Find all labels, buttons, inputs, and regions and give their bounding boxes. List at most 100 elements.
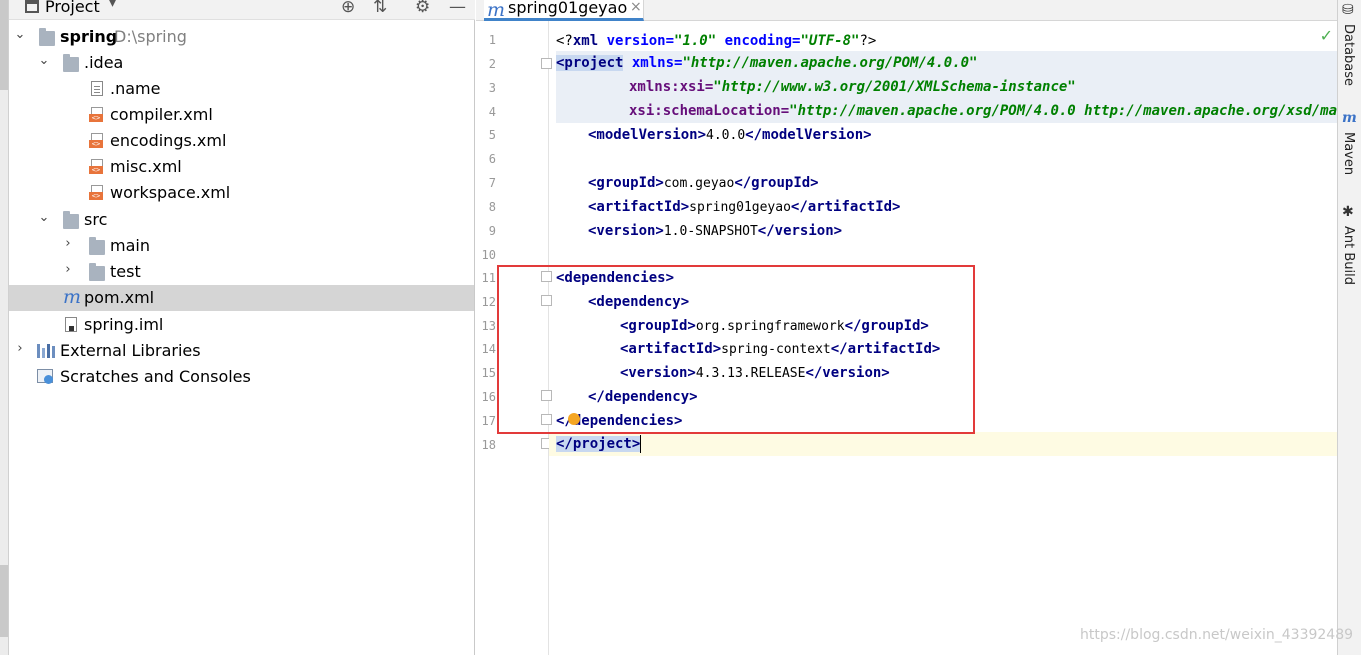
current-line-highlight bbox=[549, 432, 1337, 456]
module-path: D:\spring bbox=[114, 27, 187, 46]
maven-icon: m bbox=[1342, 110, 1357, 126]
folder-icon bbox=[63, 54, 79, 72]
highlight-box bbox=[497, 265, 975, 434]
tree-item-label: .name bbox=[110, 79, 161, 98]
folder-icon bbox=[89, 237, 105, 255]
line-number: 13 bbox=[481, 319, 496, 333]
tree-item-test[interactable]: › test bbox=[9, 259, 474, 285]
line-number: 1 bbox=[488, 33, 496, 47]
tree-item-spring[interactable]: ⌄ spring D:\spring bbox=[9, 24, 474, 50]
tree-item-label: misc.xml bbox=[110, 157, 182, 176]
line-number: 4 bbox=[488, 105, 496, 119]
gear-icon[interactable]: ⚙ bbox=[415, 0, 430, 17]
line-number: 10 bbox=[481, 248, 496, 262]
favorites-tool-tab[interactable] bbox=[0, 565, 8, 637]
tool-tab-maven[interactable]: Maven bbox=[1341, 132, 1356, 175]
tree-item-main[interactable]: › main bbox=[9, 233, 474, 259]
chevron-down-icon[interactable]: ▾ bbox=[109, 0, 116, 11]
chevron-down-icon[interactable]: ⌄ bbox=[13, 27, 27, 42]
scratches-icon bbox=[37, 369, 54, 384]
code-line-1: <?xml version="1.0" encoding="UTF-8"?> bbox=[556, 33, 877, 49]
chevron-right-icon[interactable]: › bbox=[61, 262, 75, 277]
line-number: 16 bbox=[481, 390, 496, 404]
close-icon[interactable]: × bbox=[630, 0, 642, 15]
tree-item-name[interactable]: .name bbox=[9, 76, 474, 102]
code-line-9: <version>1.0-SNAPSHOT</version> bbox=[588, 223, 843, 239]
tool-tab-database[interactable]: Database bbox=[1341, 24, 1356, 86]
project-panel: Project ▾ ⊕ ⇅ ⚙ — ⌄ spring D:\spring ⌄ .… bbox=[9, 0, 475, 655]
xml-file-icon: <> bbox=[89, 159, 103, 174]
maven-file-icon: m bbox=[63, 286, 82, 308]
fold-marker[interactable] bbox=[541, 58, 552, 69]
tree-item-spring-iml[interactable]: spring.iml bbox=[9, 312, 474, 338]
tree-item-misc-xml[interactable]: <> misc.xml bbox=[9, 154, 474, 180]
tree-item-label: src bbox=[84, 210, 108, 229]
tool-tab-ant-build[interactable]: Ant Build bbox=[1341, 226, 1356, 285]
tab-pom-xml[interactable]: m spring01geyao × bbox=[484, 0, 644, 21]
database-icon: ⛁ bbox=[1342, 2, 1354, 18]
left-tool-strip bbox=[0, 0, 9, 655]
chevron-down-icon[interactable]: ⌄ bbox=[37, 53, 51, 68]
tree-item-compiler-xml[interactable]: <> compiler.xml bbox=[9, 102, 474, 128]
tree-item-src[interactable]: ⌄ src bbox=[9, 207, 474, 233]
project-panel-title[interactable]: Project bbox=[45, 0, 100, 16]
tree-item-label: workspace.xml bbox=[110, 183, 231, 202]
xml-file-icon: <> bbox=[89, 185, 103, 200]
project-panel-header: Project ▾ ⊕ ⇅ ⚙ — bbox=[9, 0, 475, 20]
watermark: https://blog.csdn.net/weixin_43392489 bbox=[1080, 627, 1354, 643]
code-line-3: xmlns:xsi="http://www.w3.org/2001/XMLSch… bbox=[629, 79, 1076, 95]
code-line-2: <project xmlns="http://maven.apache.org/… bbox=[556, 55, 978, 71]
text-cursor bbox=[640, 435, 642, 453]
line-number: 2 bbox=[488, 57, 496, 71]
tree-item-label: compiler.xml bbox=[110, 105, 213, 124]
line-number: 11 bbox=[481, 271, 496, 285]
line-number: 7 bbox=[488, 176, 496, 190]
chevron-right-icon[interactable]: › bbox=[61, 236, 75, 251]
iml-file-icon bbox=[65, 317, 77, 332]
tree-item-label: .idea bbox=[84, 53, 124, 72]
tree-item-label: main bbox=[110, 236, 150, 255]
tree-item-idea[interactable]: ⌄ .idea bbox=[9, 50, 474, 76]
code-line-7: <groupId>com.geyao</groupId> bbox=[588, 175, 819, 191]
tree-item-scratches[interactable]: Scratches and Consoles bbox=[9, 364, 474, 390]
line-number: 6 bbox=[488, 152, 496, 166]
project-tool-tab[interactable] bbox=[0, 0, 8, 90]
line-number: 18 bbox=[481, 438, 496, 452]
tree-item-label: encodings.xml bbox=[110, 131, 227, 150]
line-number: 14 bbox=[481, 342, 496, 356]
tree-item-label: Scratches and Consoles bbox=[60, 367, 251, 386]
tree-item-encodings-xml[interactable]: <> encodings.xml bbox=[9, 128, 474, 154]
line-number: 12 bbox=[481, 295, 496, 309]
libraries-icon bbox=[37, 343, 55, 358]
line-number: 17 bbox=[481, 414, 496, 428]
tree-item-workspace-xml[interactable]: <> workspace.xml bbox=[9, 180, 474, 206]
tree-item-external-libraries[interactable]: › External Libraries bbox=[9, 338, 474, 364]
ant-icon: ✱ bbox=[1342, 204, 1354, 220]
folder-icon bbox=[63, 211, 79, 229]
tab-label: spring01geyao bbox=[508, 0, 628, 17]
editor[interactable]: m spring01geyao × ✓ 1 2 3 4 5 6 7 8 9 10… bbox=[476, 0, 1361, 655]
code-line-5: <modelVersion>4.0.0</modelVersion> bbox=[588, 127, 872, 143]
code-line-4: xsi:schemaLocation="http://maven.apache.… bbox=[629, 103, 1361, 119]
text-file-icon bbox=[91, 81, 103, 96]
minimize-icon[interactable]: — bbox=[449, 0, 466, 17]
locate-icon[interactable]: ⊕ bbox=[341, 0, 355, 17]
tree-item-pom-xml[interactable]: m pom.xml bbox=[9, 285, 474, 311]
code-line-8: <artifactId>spring01geyao</artifactId> bbox=[588, 199, 901, 215]
collapse-all-icon[interactable]: ⇅ bbox=[373, 0, 387, 17]
xml-file-icon: <> bbox=[89, 107, 103, 122]
chevron-right-icon[interactable]: › bbox=[13, 341, 27, 356]
maven-file-icon: m bbox=[487, 0, 506, 21]
tree-item-label: test bbox=[110, 262, 141, 281]
project-icon bbox=[25, 0, 39, 13]
tree-item-label: External Libraries bbox=[60, 341, 201, 360]
module-folder-icon bbox=[39, 28, 55, 46]
tree-item-label: spring bbox=[60, 27, 118, 46]
xml-file-icon: <> bbox=[89, 133, 103, 148]
chevron-down-icon[interactable]: ⌄ bbox=[37, 210, 51, 225]
right-tool-bar: ⛁ Database m Maven ✱ Ant Build bbox=[1337, 0, 1361, 655]
tree-item-label: pom.xml bbox=[84, 288, 155, 307]
line-number: 15 bbox=[481, 366, 496, 380]
line-number: 9 bbox=[488, 224, 496, 238]
folder-icon bbox=[89, 263, 105, 281]
